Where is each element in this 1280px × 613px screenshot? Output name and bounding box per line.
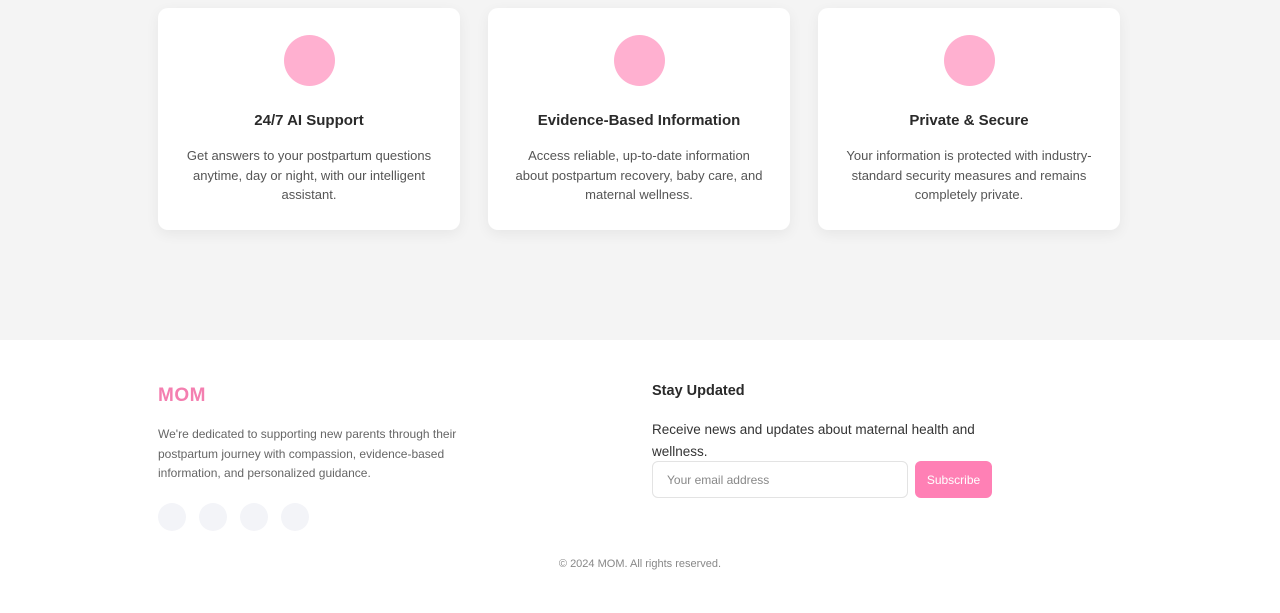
copyright-text: © 2024 MOM. All rights reserved. — [558, 558, 722, 570]
newsletter-text: Receive news and updates about maternal … — [652, 422, 975, 459]
newsletter-title: Stay Updated — [652, 383, 745, 399]
feature-description: Your information is protected with indus… — [846, 148, 1092, 202]
feature-card-private-secure: Private & Secure Your information is pro… — [818, 8, 1120, 230]
social-icon-1[interactable] — [158, 503, 186, 531]
feature-title: 24/7 AI Support — [254, 112, 364, 129]
features-section: 24/7 AI Support Get answers to your post… — [0, 0, 1280, 340]
evidence-icon — [613, 35, 665, 86]
feature-card-ai-support: 24/7 AI Support Get answers to your post… — [158, 8, 460, 230]
social-icon-2[interactable] — [199, 503, 227, 531]
feature-description: Get answers to your postpartum questions… — [186, 148, 432, 202]
social-icon-4[interactable] — [281, 503, 309, 531]
footer-brand-logo[interactable]: MOM — [158, 385, 206, 407]
email-input[interactable] — [652, 461, 908, 498]
feature-card-evidence-based: Evidence-Based Information Access reliab… — [488, 8, 790, 230]
feature-title: Private & Secure — [909, 112, 1029, 129]
feature-description: Access reliable, up-to-date information … — [515, 148, 763, 202]
social-icon-3[interactable] — [240, 503, 268, 531]
footer-about-text: We're dedicated to supporting new parent… — [158, 427, 457, 480]
feature-title: Evidence-Based Information — [537, 112, 741, 129]
subscribe-button[interactable]: Subscribe — [915, 461, 992, 498]
social-links — [158, 503, 309, 531]
ai-support-icon — [283, 35, 335, 86]
lock-icon — [943, 35, 995, 86]
